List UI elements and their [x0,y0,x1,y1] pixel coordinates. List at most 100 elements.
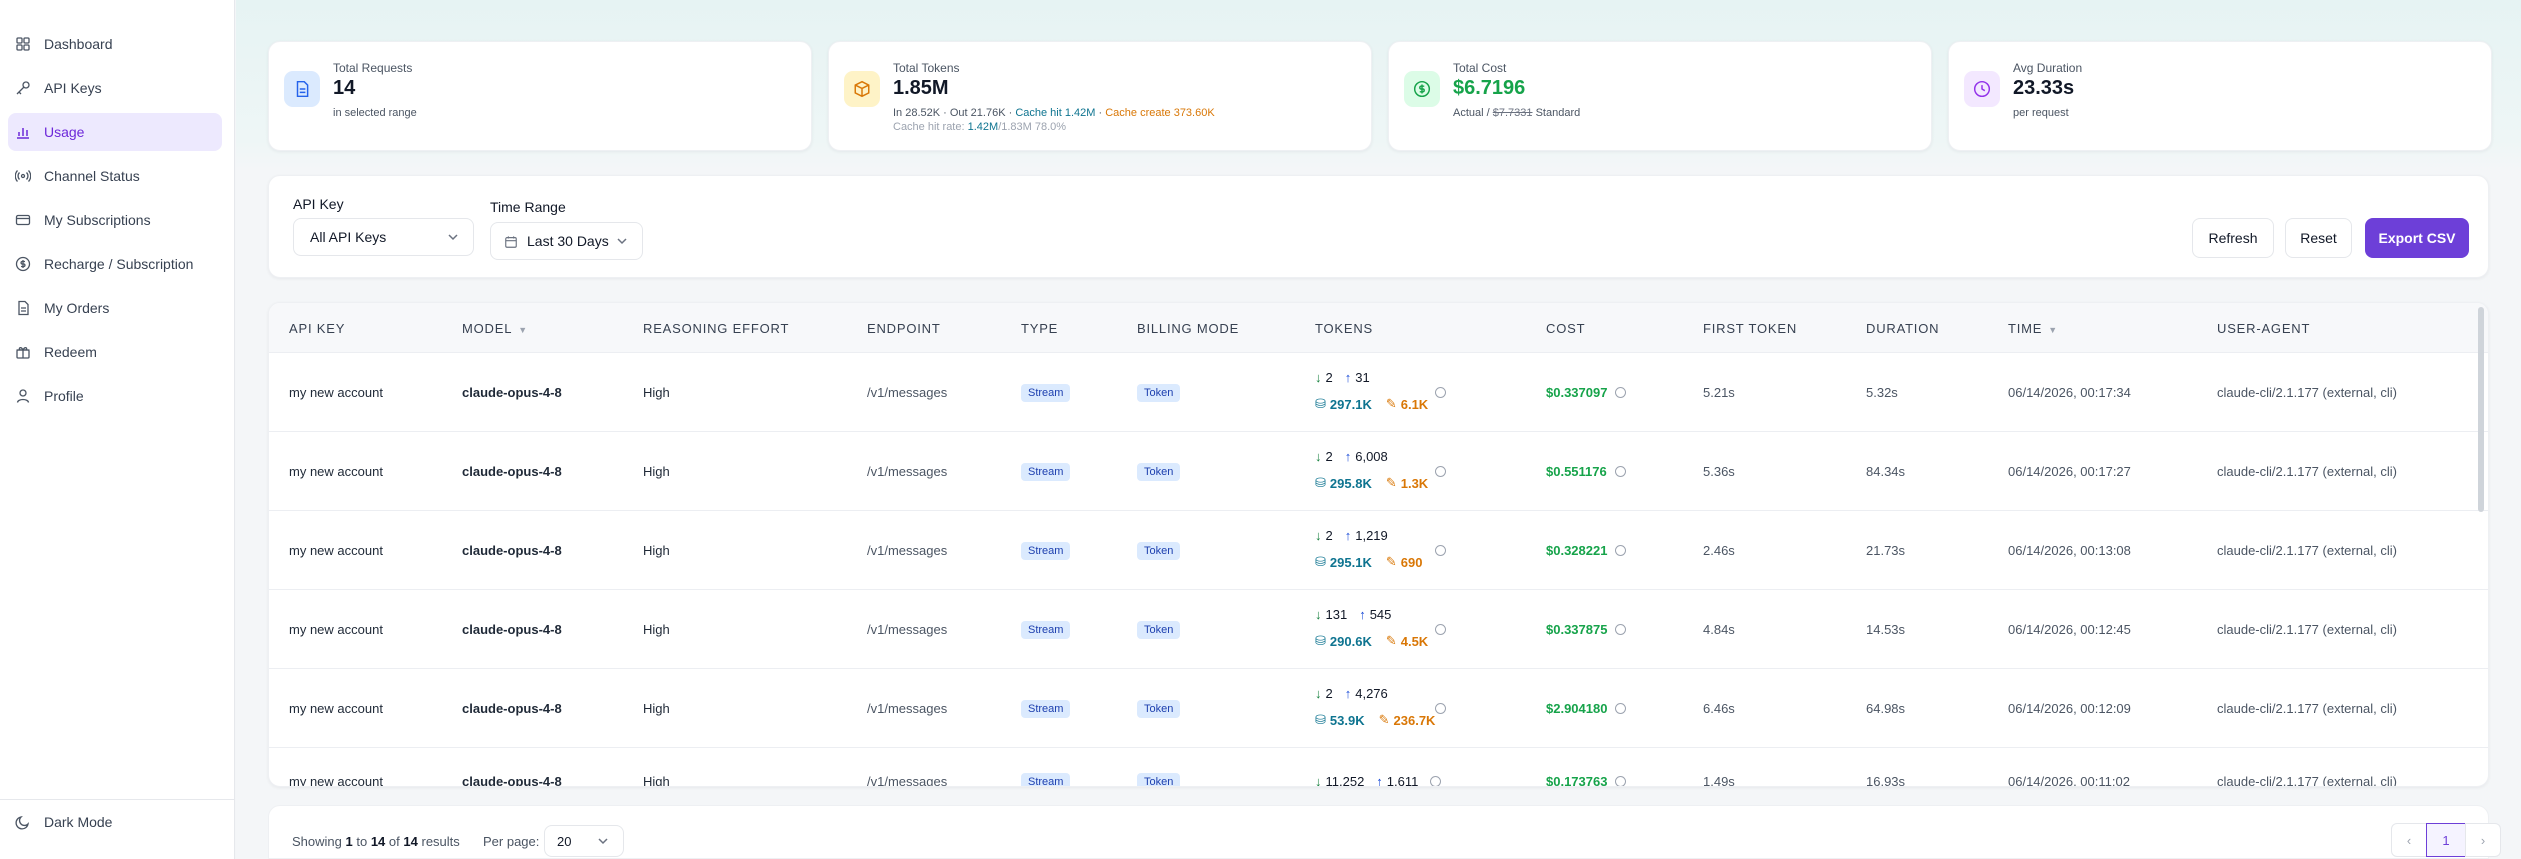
cache-hit-rate: Cache hit rate: 1.42M/1.83M 78.0% [893,121,1066,133]
stat-sub: in selected range [333,107,417,119]
cell-time: 06/14/2026, 00:13:08 [2008,543,2131,558]
info-icon[interactable] [1435,387,1446,398]
cell-effort: High [643,774,670,787]
cell-api-key: my new account [289,622,383,637]
sidebar-item-my-orders[interactable]: My Orders [8,289,222,327]
info-icon[interactable] [1614,466,1626,477]
type-badge: Stream [1021,542,1071,560]
scrollbar[interactable] [2478,307,2484,512]
info-icon[interactable] [1615,776,1627,786]
info-icon[interactable] [1435,545,1446,556]
dollar-icon [14,255,32,273]
cell-time: 06/14/2026, 00:12:09 [2008,701,2131,716]
table-row[interactable]: my new account claude-opus-4-8 High/v1/mes… [269,748,2488,787]
th-duration: DURATION [1866,321,1940,336]
stat-label: Total Tokens [893,61,960,75]
info-icon[interactable] [1435,703,1446,714]
arrow-up-icon: ↑ [1344,370,1352,385]
pencil-icon: ✎ [1385,554,1397,569]
cell-model: claude-opus-4-8 [462,543,562,558]
cell-endpoint: /v1/messages [867,385,948,400]
th-reasoning-effort: REASONING EFFORT [643,321,790,336]
th-type: TYPE [1021,321,1059,336]
cell-duration: 64.98s [1866,701,1906,716]
info-icon[interactable] [1615,624,1627,635]
cell-api-key: my new account [289,385,383,400]
reset-button[interactable]: Reset [2285,218,2352,258]
table-row[interactable]: my new account claude-opus-4-8 High/v1/mes… [269,669,2488,748]
type-badge: Stream [1021,773,1071,786]
pagination-bar: Showing 1 to 14 of 14 results Per page: … [268,805,2501,859]
dark-mode-toggle[interactable]: Dark Mode [8,803,222,841]
pencil-icon: ✎ [1385,396,1397,411]
table-row[interactable]: my new account claude-opus-4-8 High/v1/mes… [269,353,2488,432]
sidebar-item-label: Profile [44,388,84,404]
prev-page-button[interactable]: ‹ [2391,823,2427,857]
info-icon[interactable] [1435,466,1446,477]
info-icon[interactable] [1615,545,1627,556]
cell-user-agent: claude-cli/2.1.177 (external, cli) [2217,543,2397,558]
arrow-up-icon: ↑ [1344,686,1352,701]
database-icon: ⛁ [1315,396,1326,411]
table-row[interactable]: my new account claude-opus-4-8 High/v1/mes… [269,590,2488,669]
info-icon[interactable] [1430,776,1442,786]
sidebar-item-redeem[interactable]: Redeem [8,333,222,371]
info-icon[interactable] [1435,624,1446,635]
refresh-button[interactable]: Refresh [2192,218,2274,258]
filter-bar: API Key All API Keys Time Range Last 30 … [268,175,2489,278]
sort-icon[interactable]: ▼ [518,325,528,335]
th-time[interactable]: TIME ▼ [2008,321,2058,336]
api-key-select[interactable]: All API Keys [293,218,474,256]
th-user-agent: USER-AGENT [2217,321,2311,336]
sidebar-item-profile[interactable]: Profile [8,377,222,415]
time-range-label: Time Range [490,199,566,215]
cell-duration: 14.53s [1866,622,1906,637]
sort-icon[interactable]: ▼ [2048,325,2058,335]
card-icon [14,211,32,229]
table-row[interactable]: my new account claude-opus-4-8 High/v1/mes… [269,432,2488,511]
next-page-button[interactable]: › [2465,823,2501,857]
info-icon[interactable] [1615,703,1627,714]
stat-sub: per request [2013,107,2069,119]
cell-endpoint: /v1/messages [867,464,948,479]
sidebar-item-channel-status[interactable]: Channel Status [8,157,222,195]
sidebar-item-usage[interactable]: Usage [8,113,222,151]
per-page-label: Per page: [483,834,540,849]
th-model[interactable]: MODEL ▼ [462,321,528,336]
sidebar-item-api-keys[interactable]: API Keys [8,69,222,107]
broadcast-icon [14,167,32,185]
sidebar-item-my-subscriptions[interactable]: My Subscriptions [8,201,222,239]
sidebar-item-label: Usage [44,124,85,140]
cell-endpoint: /v1/messages [867,701,948,716]
cell-cost: $0.551176 [1546,464,1626,479]
cell-first-token: 4.84s [1703,622,1735,637]
cell-user-agent: claude-cli/2.1.177 (external, cli) [2217,701,2397,716]
table-row[interactable]: my new account claude-opus-4-8 High/v1/mes… [269,511,2488,590]
cell-endpoint: /v1/messages [867,774,948,787]
time-range-select[interactable]: Last 30 Days [490,222,643,260]
cell-api-key: my new account [289,701,383,716]
export-csv-button[interactable]: Export CSV [2365,218,2469,258]
key-icon [14,79,32,97]
sidebar-item-recharge[interactable]: Recharge / Subscription [8,245,222,283]
stat-label: Total Requests [333,61,413,75]
tokens-cache-create: Cache create 373.60K [1105,107,1215,119]
stat-value: 14 [333,77,356,99]
cell-cost: $0.337097 [1546,385,1627,400]
sidebar-item-dashboard[interactable]: Dashboard [8,25,222,63]
time-range-value: Last 30 Days [527,233,609,249]
per-page-select[interactable]: 20 [544,825,624,857]
cell-cost: $2.904180 [1546,701,1627,716]
cost-actual: Actual / [1453,107,1490,119]
chevron-down-icon [448,234,458,241]
info-icon[interactable] [1615,387,1627,398]
divider [0,799,235,800]
type-badge: Stream [1021,621,1071,639]
page-button-current[interactable]: 1 [2426,823,2466,857]
cell-cost: $0.337875 [1546,622,1627,637]
cell-time: 06/14/2026, 00:17:34 [2008,385,2131,400]
cell-model: claude-opus-4-8 [462,701,562,716]
stat-value: 1.85M [893,77,949,99]
th-tokens: TOKENS [1315,321,1374,336]
cell-user-agent: claude-cli/2.1.177 (external, cli) [2217,622,2397,637]
